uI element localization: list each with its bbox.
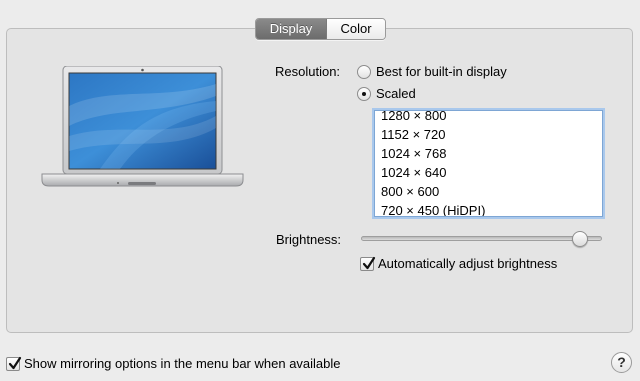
brightness-label: Brightness: — [276, 232, 342, 247]
auto-brightness-checkbox[interactable]: Automatically adjust brightness — [360, 256, 557, 271]
radio-button[interactable] — [357, 86, 371, 101]
resolution-label: Resolution: — [275, 64, 341, 79]
help-icon[interactable]: ? — [611, 352, 632, 373]
radio-button[interactable] — [357, 64, 371, 79]
laptop-icon — [40, 65, 245, 193]
radio-label: Best for built-in display — [376, 64, 507, 79]
checkmark-icon — [362, 256, 376, 269]
list-item[interactable]: 800 × 600 — [381, 182, 485, 201]
tab-bar: Display Color — [255, 18, 386, 40]
list-item[interactable]: 1152 × 720 — [381, 125, 485, 144]
radio-label: Scaled — [376, 86, 416, 101]
checkmark-icon — [8, 356, 22, 369]
tab-color[interactable]: Color — [327, 19, 385, 39]
list-item[interactable]: 720 × 450 (HiDPI) — [381, 201, 485, 216]
checkbox[interactable] — [6, 356, 22, 371]
list-item[interactable]: 1024 × 640 — [381, 163, 485, 182]
radio-best-for-display[interactable]: Best for built-in display — [357, 64, 507, 79]
brightness-slider-track[interactable] — [361, 236, 602, 241]
list-item[interactable]: 1280 × 800 — [381, 111, 485, 125]
mirroring-label: Show mirroring options in the menu bar w… — [24, 356, 341, 371]
radio-scaled[interactable]: Scaled — [357, 86, 416, 101]
tab-display[interactable]: Display — [256, 19, 327, 39]
resolution-list[interactable]: 1280 × 800 1152 × 720 1024 × 768 1024 × … — [374, 110, 603, 217]
list-item[interactable]: 1024 × 768 — [381, 144, 485, 163]
checkbox[interactable] — [360, 256, 376, 271]
mirroring-checkbox[interactable]: Show mirroring options in the menu bar w… — [6, 356, 341, 371]
auto-brightness-label: Automatically adjust brightness — [378, 256, 558, 271]
